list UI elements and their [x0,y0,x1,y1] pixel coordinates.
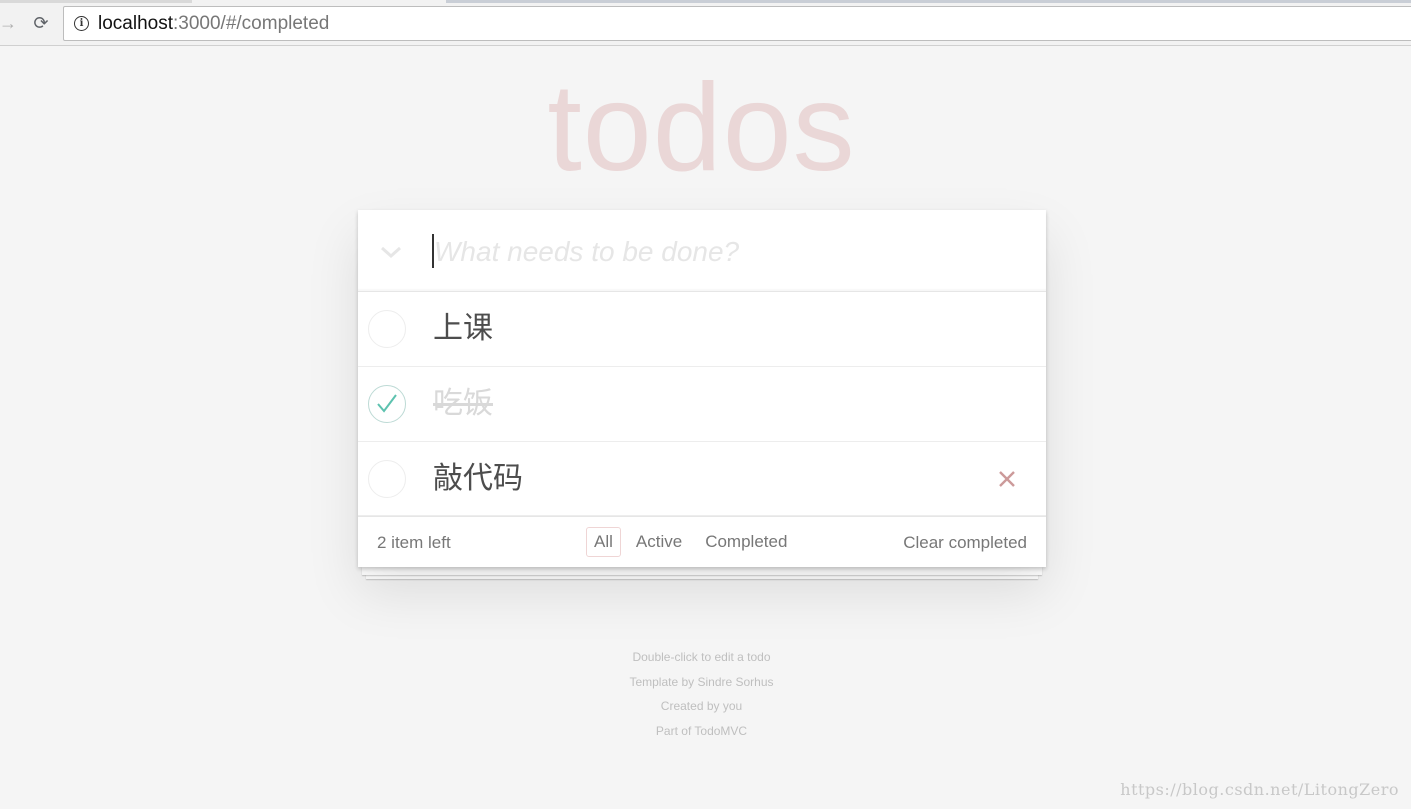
todo-item[interactable]: 敲代码 [358,442,1046,516]
todo-header [358,210,1046,292]
filter-active[interactable]: Active [628,527,690,557]
todo-list: 上课 吃饭 敲代码 [358,292,1046,516]
url-text[interactable]: localhost:3000/#/completed [98,13,329,35]
checkmark-icon [377,394,397,413]
todo-item[interactable]: 上课 [358,292,1046,367]
filter-bar: All Active Completed [586,527,802,557]
url-host: localhost [98,12,173,34]
todo-checkbox[interactable] [368,385,406,423]
todo-app: 上课 吃饭 敲代码 2 item left All Activ [358,210,1046,567]
todo-checkbox[interactable] [368,460,406,498]
reload-icon[interactable]: ⟳ [27,9,55,37]
todo-count: 2 item left [377,533,451,552]
info-template-credit: Template by Sindre Sorhus [629,674,774,689]
info-footer: Double-click to edit a todo Template by … [0,645,1403,743]
address-bar[interactable]: i localhost:3000/#/completed [63,6,1411,41]
todo-checkbox[interactable] [368,310,406,348]
todo-label[interactable]: 敲代码 [433,460,523,498]
filter-completed[interactable]: Completed [697,527,795,557]
text-caret [432,234,434,268]
todo-label[interactable]: 吃饭 [433,385,493,423]
delete-icon[interactable] [994,464,1020,494]
new-todo-input[interactable] [432,232,1012,272]
browser-toolbar: → ⟳ i localhost:3000/#/completed [0,0,1411,46]
watermark: https://blog.csdn.net/LitongZero [1120,780,1399,799]
url-path: :3000/#/completed [173,12,330,34]
chevron-down-icon[interactable] [376,237,406,267]
clear-completed-button[interactable]: Clear completed [903,533,1027,553]
filter-all[interactable]: All [586,527,621,557]
stack-shadow-1 [362,567,1042,575]
info-edit-hint: Double-click to edit a todo [632,650,771,664]
todo-label[interactable]: 上课 [433,310,493,348]
info-todomvc-link: Part of TodoMVC [655,723,748,738]
app-title: todos [547,59,856,197]
info-created-by: Created by you [660,699,743,713]
tab-strip [0,0,1411,3]
todo-item[interactable]: 吃饭 [358,367,1046,442]
forward-icon[interactable]: → [0,9,22,37]
info-icon[interactable]: i [74,16,89,31]
todo-footer: 2 item left All Active Completed Clear c… [358,516,1046,567]
